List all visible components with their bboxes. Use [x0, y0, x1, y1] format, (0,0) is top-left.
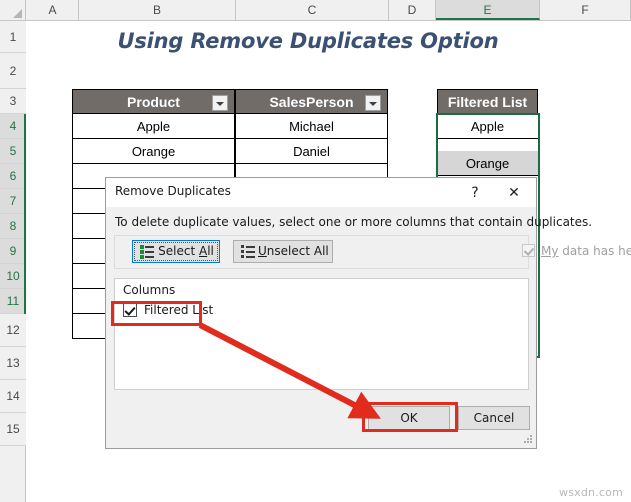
- columns-list-group: Columns Filtered List: [114, 278, 529, 390]
- column-header-d[interactable]: D: [389, 0, 436, 20]
- dialog-titlebar[interactable]: Remove Duplicates ? ✕: [106, 178, 536, 207]
- row-header-9[interactable]: 9: [0, 239, 26, 264]
- row-header-14[interactable]: 14: [0, 380, 26, 413]
- row-header-5[interactable]: 5: [0, 139, 26, 164]
- select-all-button-label: Select All: [158, 244, 214, 258]
- select-all-triangle-icon[interactable]: [0, 0, 26, 20]
- column-header-e[interactable]: E: [436, 0, 540, 20]
- page-title: Using Remove Duplicates Option: [117, 29, 499, 53]
- column-header-a[interactable]: A: [27, 0, 79, 20]
- row-header-4[interactable]: 4: [0, 114, 26, 139]
- columns-group-label: Columns: [123, 283, 176, 297]
- my-data-has-headers-label: My data has headers: [541, 244, 631, 258]
- table-header-salesperson-label: SalesPerson: [269, 94, 354, 110]
- row-header-11[interactable]: 11: [0, 289, 26, 314]
- row-header-7[interactable]: 7: [0, 189, 26, 214]
- dialog-button-row: Select All Unselect All My data has head…: [114, 235, 631, 269]
- table-cell-salesperson-1[interactable]: Michael: [235, 113, 388, 139]
- table-header-product[interactable]: Product: [72, 89, 235, 114]
- row-header-15[interactable]: 15: [0, 413, 26, 446]
- filtered-list-cell-1[interactable]: Apple: [437, 114, 538, 139]
- table-cell-salesperson-2[interactable]: Daniel: [235, 138, 388, 164]
- filtered-list-header[interactable]: Filtered List: [437, 89, 538, 114]
- row-header-strip: 1 2 3 4 5 6 7 8 9 10 11 12 13 14 15: [0, 21, 26, 502]
- select-all-button[interactable]: Select All: [132, 240, 220, 263]
- checkbox-box-icon: [522, 244, 535, 257]
- cancel-button[interactable]: Cancel: [458, 406, 530, 430]
- row-header-10[interactable]: 10: [0, 264, 26, 289]
- row-header-2[interactable]: 2: [0, 53, 26, 89]
- table-header-product-label: Product: [127, 94, 180, 110]
- close-x-icon[interactable]: ✕: [498, 181, 530, 205]
- ok-button[interactable]: OK: [368, 406, 450, 430]
- dialog-title: Remove Duplicates: [115, 184, 231, 198]
- row-header-6[interactable]: 6: [0, 164, 26, 189]
- dialog-instruction: To delete duplicate values, select one o…: [115, 215, 593, 229]
- column-header-strip: A B C D E F: [0, 0, 631, 21]
- resize-grip-icon[interactable]: [523, 435, 533, 445]
- filter-dropdown-icon-salesperson[interactable]: [365, 95, 381, 111]
- row-header-12[interactable]: 12: [0, 314, 26, 347]
- column-list-item-label: Filtered List: [144, 303, 214, 317]
- question-mark-icon[interactable]: ?: [462, 181, 488, 205]
- checkbox-checked-icon[interactable]: [123, 303, 137, 317]
- column-header-b[interactable]: B: [79, 0, 236, 20]
- watermark: wsxdn.com: [559, 486, 623, 499]
- unselect-all-button-label: Unselect All: [258, 244, 329, 258]
- row-selection-bar: [24, 114, 26, 314]
- remove-duplicates-dialog[interactable]: Remove Duplicates ? ✕ To delete duplicat…: [105, 177, 631, 449]
- row-header-1[interactable]: 1: [0, 21, 26, 53]
- filter-dropdown-icon-product[interactable]: [212, 95, 228, 111]
- filtered-list-cell-2[interactable]: Orange: [437, 151, 538, 176]
- row-header-3[interactable]: 3: [0, 89, 26, 114]
- table-cell-product-1[interactable]: Apple: [72, 113, 235, 139]
- row-header-8[interactable]: 8: [0, 214, 26, 239]
- unselect-all-list-icon: [241, 245, 255, 259]
- unselect-all-button[interactable]: Unselect All: [233, 240, 333, 263]
- row-header-13[interactable]: 13: [0, 347, 26, 380]
- column-header-f[interactable]: F: [540, 0, 631, 20]
- table-header-salesperson[interactable]: SalesPerson: [235, 89, 388, 114]
- table-cell-product-2[interactable]: Orange: [72, 138, 235, 164]
- column-header-c[interactable]: C: [236, 0, 389, 20]
- select-all-list-icon: [140, 245, 154, 259]
